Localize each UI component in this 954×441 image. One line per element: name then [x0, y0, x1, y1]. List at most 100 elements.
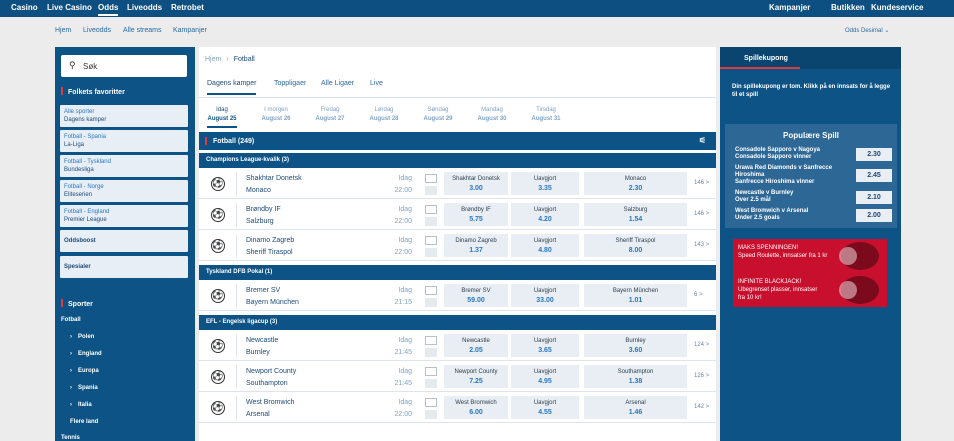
sport-football[interactable]: Fotball [61, 317, 81, 323]
odds-button-home[interactable]: Newcastle 2.05 [444, 334, 508, 357]
odds-button-draw[interactable]: Uavgjort 3.35 [511, 172, 579, 195]
league-header[interactable]: EFL - Engelsk ligacup (3) [199, 315, 716, 330]
away-team[interactable]: Arsenal [246, 411, 270, 418]
nav-kundeservice[interactable]: Kundeservice [871, 3, 923, 12]
stats-icon[interactable] [425, 174, 437, 183]
nav-liveodds[interactable]: Liveodds [127, 3, 162, 12]
favorite-item[interactable]: Fotball - Tyskland Bundesliga [60, 155, 188, 177]
odds-button-away[interactable]: Bayern München 1.01 [584, 284, 687, 307]
tab-live[interactable]: Live [370, 80, 383, 87]
nav-odds[interactable]: Odds [98, 3, 119, 16]
odds-button-away[interactable]: Burnley 3.60 [584, 334, 687, 357]
subnav-liveodds[interactable]: Liveodds [83, 27, 111, 34]
odds-button-home[interactable]: Dinamo Zagreb 1.37 [444, 234, 508, 257]
odds-button-home[interactable]: Shakhtar Donetsk 3.00 [444, 172, 508, 195]
more-countries[interactable]: Flere land [70, 419, 98, 425]
odds-button-away[interactable]: Sheriff Tiraspol 8.00 [584, 234, 687, 257]
odds-button-away[interactable]: Salzburg 1.54 [584, 203, 687, 226]
oddsboost-item[interactable]: Oddsboost [60, 230, 188, 252]
home-team[interactable]: Shakhtar Donetsk [246, 175, 302, 182]
subnav-hjem[interactable]: Hjem [55, 27, 71, 34]
nav-kampanjer[interactable]: Kampanjer [769, 3, 810, 12]
odds-button-draw[interactable]: Uavgjort 4.80 [511, 234, 579, 257]
odds-button-away[interactable]: Southampton 1.38 [584, 365, 687, 388]
tab-spillekupong[interactable]: Spillekupong [720, 47, 800, 69]
stream-icon[interactable] [425, 410, 437, 419]
odds-button-draw[interactable]: Uavgjort 4.20 [511, 203, 579, 226]
popular-odds-button[interactable]: 2.10 [856, 191, 892, 204]
away-team[interactable]: Monaco [246, 187, 271, 194]
more-markets-link[interactable]: 143 > [694, 242, 709, 248]
more-markets-link[interactable]: 146 > [694, 180, 709, 186]
home-team[interactable]: Dinamo Zagreb [246, 237, 294, 244]
region-item[interactable]: › Polen [70, 334, 94, 340]
breadcrumb-home[interactable]: Hjem [205, 56, 221, 63]
sport-tennis[interactable]: Tennis [61, 435, 80, 441]
popular-odds-button[interactable]: 2.00 [856, 209, 892, 222]
home-team[interactable]: Bremer SV [246, 287, 280, 294]
away-team[interactable]: Bayern München [246, 299, 299, 306]
odds-button-away[interactable]: Monaco 2.30 [584, 172, 687, 195]
more-markets-link[interactable]: 146 > [694, 211, 709, 217]
league-header[interactable]: Tyskland DFB Pokal (1) [199, 265, 716, 280]
filter-icon[interactable]: ⚟ [699, 136, 706, 145]
odds-button-draw[interactable]: Uavgjort 3.65 [511, 334, 579, 357]
day-tab[interactable]: Mandag August 30 [465, 106, 519, 124]
stats-icon[interactable] [425, 336, 437, 345]
odds-button-draw[interactable]: Uavgjort 4.95 [511, 365, 579, 388]
day-tab[interactable]: Idag August 25 [195, 106, 249, 124]
stream-icon[interactable] [425, 298, 437, 307]
favorite-item[interactable]: Fotball - England Premier League [60, 205, 188, 227]
day-tab[interactable]: Tirsdag August 31 [519, 106, 573, 124]
favorite-item[interactable]: Fotball - Norge Eliteserien [60, 180, 188, 202]
region-item[interactable]: › Spania [70, 385, 98, 391]
region-item[interactable]: › Europa [70, 368, 99, 374]
popular-odds-button[interactable]: 2.30 [856, 148, 892, 161]
nav-casino[interactable]: Casino [11, 3, 38, 12]
odds-button-home[interactable]: Bremer SV 59.00 [444, 284, 508, 307]
favorite-item[interactable]: Fotball - Spania La-Liga [60, 130, 188, 152]
nav-butikken[interactable]: Butikken [831, 3, 865, 12]
stream-icon[interactable] [425, 348, 437, 357]
odds-button-draw[interactable]: Uavgjort 33.00 [511, 284, 579, 307]
more-markets-link[interactable]: 6 > [694, 292, 703, 298]
stats-icon[interactable] [425, 286, 437, 295]
subnav-alle-streams[interactable]: Alle streams [123, 27, 162, 34]
stats-icon[interactable] [425, 205, 437, 214]
day-tab[interactable]: Fredag August 27 [303, 106, 357, 124]
odds-button-home[interactable]: West Bromwich 6.00 [444, 396, 508, 419]
home-team[interactable]: Brøndby IF [246, 206, 281, 213]
tab-toppligaer[interactable]: Toppligaer [274, 80, 306, 87]
stream-icon[interactable] [425, 186, 437, 195]
popular-odds-button[interactable]: 2.45 [856, 169, 892, 182]
more-markets-link[interactable]: 142 > [694, 404, 709, 410]
league-header[interactable]: Champions League-kvalik (3) [199, 153, 716, 168]
odds-button-home[interactable]: Newport County 7.25 [444, 365, 508, 388]
favorite-item[interactable]: Alle sporter Dagens kamper [60, 105, 188, 127]
promo-banner[interactable]: MAKS SPENNINGEN! Speed Roulette, innsatse… [733, 239, 887, 273]
region-item[interactable]: › England [70, 351, 102, 357]
stream-icon[interactable] [425, 217, 437, 226]
tab-alle-ligaer[interactable]: Alle Ligaer [321, 80, 354, 87]
away-team[interactable]: Southampton [246, 380, 288, 387]
more-markets-link[interactable]: 126 > [694, 373, 709, 379]
stats-icon[interactable] [425, 236, 437, 245]
more-markets-link[interactable]: 124 > [694, 342, 709, 348]
spesialer-item[interactable]: Spesialer [60, 256, 188, 278]
odds-format-select[interactable]: Odds Desimal ⌄ [845, 27, 889, 34]
nav-live-casino[interactable]: Live Casino [47, 3, 92, 12]
away-team[interactable]: Salzburg [246, 218, 274, 225]
promo-banner[interactable]: INFINITE BLACKJACK! Ubegrenset plasser, i… [733, 273, 887, 307]
day-tab[interactable]: Søndag August 29 [411, 106, 465, 124]
search-input[interactable]: ⚲ Søk [61, 55, 187, 77]
odds-button-away[interactable]: Arsenal 1.46 [584, 396, 687, 419]
home-team[interactable]: West Bromwich [246, 399, 295, 406]
stream-icon[interactable] [425, 379, 437, 388]
tab-dagens-kamper[interactable]: Dagens kamper [207, 80, 257, 95]
odds-button-home[interactable]: Brøndby IF 5.75 [444, 203, 508, 226]
nav-retrobet[interactable]: Retrobet [171, 3, 204, 12]
stats-icon[interactable] [425, 367, 437, 376]
away-team[interactable]: Burnley [246, 349, 270, 356]
stream-icon[interactable] [425, 248, 437, 257]
odds-button-draw[interactable]: Uavgjort 4.55 [511, 396, 579, 419]
